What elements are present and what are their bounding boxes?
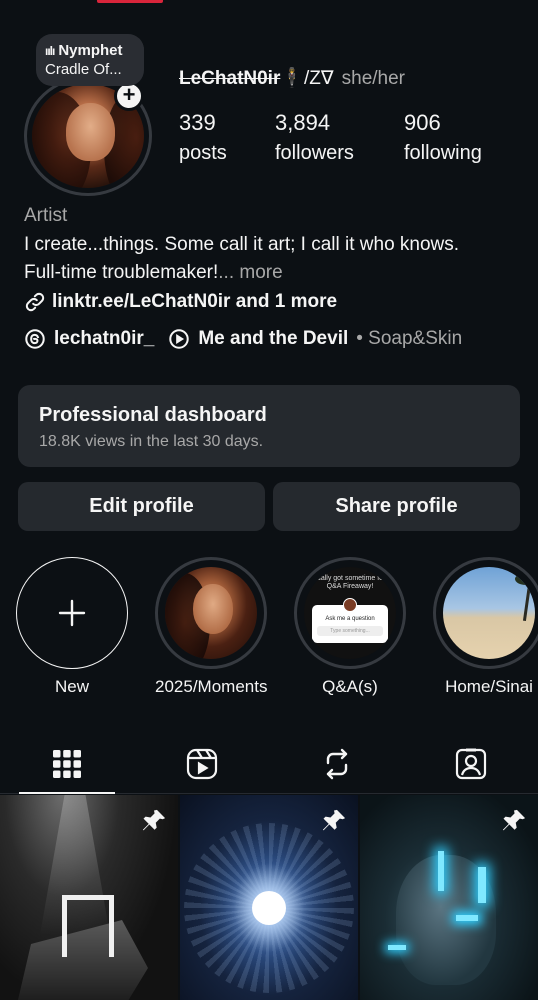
note-artist: Cradle Of... [45,61,122,78]
bio: Artist I create...things. Some call it a… [24,202,524,316]
song-title[interactable]: Me and the Devil [198,328,348,350]
highlight-qa[interactable]: ually got sometime fo Q&A Fireaway! Ask … [294,557,406,697]
pin-icon [322,809,346,831]
grid-icon [53,750,81,778]
tagged-icon [455,748,487,780]
reels-icon [186,748,218,780]
profile-stats: 339 posts 3,894 followers 906 following [179,110,509,170]
threads-music-row: lechatn0ir_ Me and the Devil • Soap&Skin [24,328,462,350]
tab-posts[interactable] [19,736,115,794]
dashboard-subtitle: 18.8K views in the last 30 days. [39,433,264,450]
note-bubble[interactable]: ıılı Nymphet Cradle Of... [36,34,144,86]
play-icon[interactable] [168,328,190,350]
pin-icon [502,809,526,831]
highlight-cover: ually got sometime fo Q&A Fireaway! Ask … [304,567,396,659]
reposts-icon [326,748,348,780]
dashboard-title: Professional dashboard [39,404,267,426]
bio-line-2: Full-time troublemaker!... more [24,262,283,283]
note-song: Nymphet [58,42,123,59]
plus-icon [58,599,86,627]
threads-handle[interactable]: lechatn0ir_ [54,328,154,350]
threads-icon[interactable] [24,328,46,350]
username: LeChatN0ir [179,68,281,89]
bio-line-1: I create...things. Some call it art; I c… [24,233,460,255]
highlight-home-sinai[interactable]: Home/Sinai [433,557,538,697]
song-artist: • Soap&Skin [356,328,463,349]
more-link[interactable]: ... more [218,262,282,283]
post-3[interactable] [360,795,538,1000]
stat-posts[interactable]: 339 posts [179,110,227,165]
tab-reels[interactable] [154,736,250,792]
username-row: LeChatN0ir🕴/Z∇ she/her [179,66,405,90]
highlight-cover [165,567,257,659]
username-suffix: 🕴/Z∇ [280,68,334,89]
posts-grid [0,795,538,1000]
bio-link[interactable]: linktr.ee/LeChatN0ir and 1 more [24,288,524,317]
category-label: Artist [24,205,68,226]
post-2[interactable] [180,795,358,1000]
share-profile-button[interactable]: Share profile [273,482,520,531]
stat-followers[interactable]: 3,894 followers [275,110,354,165]
pronouns: she/her [341,68,405,89]
music-bars-icon: ıılı [45,43,55,58]
top-accent-bar [97,0,163,3]
highlight-new[interactable]: New [16,557,128,697]
edit-profile-button[interactable]: Edit profile [18,482,265,531]
highlight-2025-moments[interactable]: 2025/Moments [155,557,267,697]
tab-reposts[interactable] [289,736,385,792]
stat-following[interactable]: 906 following [404,110,482,165]
pin-icon [142,809,166,831]
profile-tabs [0,736,538,794]
highlight-cover [443,567,535,659]
professional-dashboard[interactable]: Professional dashboard 18.8K views in th… [18,385,520,467]
tab-tagged[interactable] [423,736,519,792]
link-icon [25,292,45,311]
post-1[interactable] [0,795,178,1000]
